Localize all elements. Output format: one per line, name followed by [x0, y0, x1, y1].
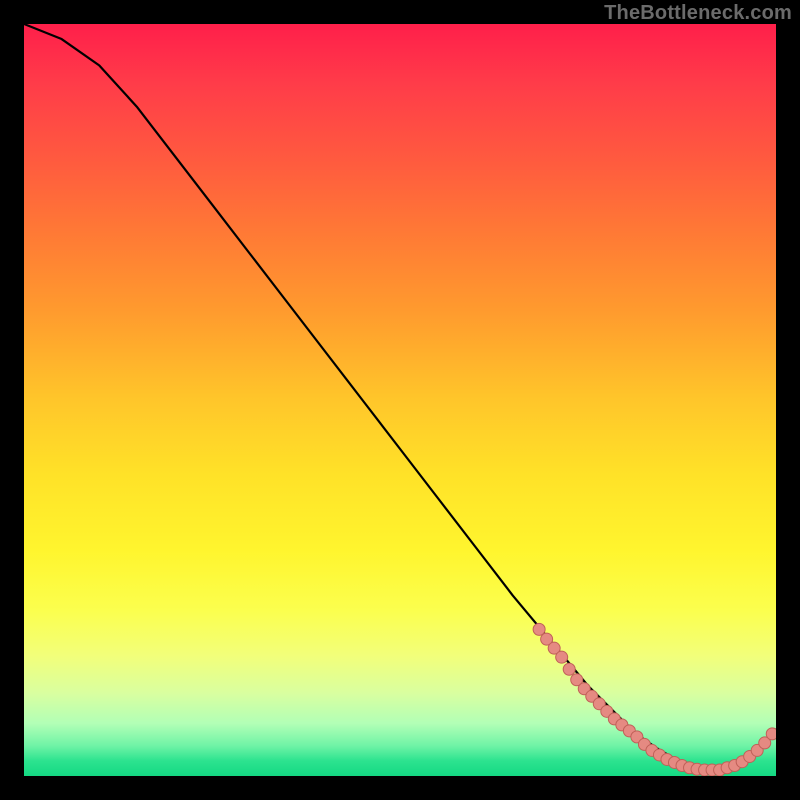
bottleneck-curve [24, 24, 776, 771]
curve-marker [766, 728, 776, 740]
chart-stage: TheBottleneck.com [0, 0, 800, 800]
chart-overlay [24, 24, 776, 776]
curve-marker [556, 651, 568, 663]
curve-markers [533, 623, 776, 776]
watermark-text: TheBottleneck.com [604, 2, 792, 25]
curve-marker [563, 663, 575, 675]
